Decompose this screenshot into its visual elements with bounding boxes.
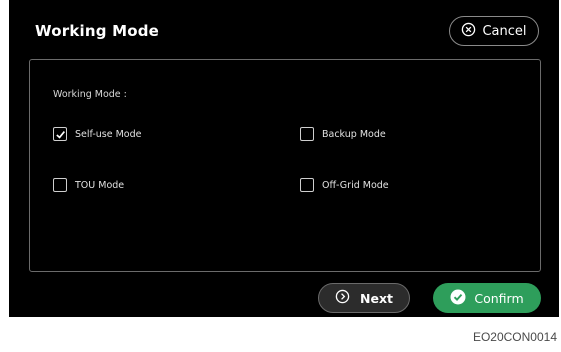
close-circle-icon (461, 22, 476, 41)
check-circle-icon (450, 289, 466, 308)
working-mode-panel: Working Mode : Self-use Mode Backup Mode… (29, 59, 541, 272)
checkbox[interactable] (300, 178, 314, 192)
chevron-right-circle-icon (335, 289, 350, 307)
next-button[interactable]: Next (318, 283, 410, 313)
checkmark-icon (55, 130, 65, 139)
confirm-button[interactable]: Confirm (433, 283, 541, 313)
confirm-label: Confirm (474, 290, 524, 306)
option-label: Self-use Mode (75, 128, 142, 140)
option-label: TOU Mode (75, 179, 125, 191)
checkbox[interactable] (300, 127, 314, 141)
checkbox-checked[interactable] (53, 127, 67, 141)
next-label: Next (360, 290, 393, 306)
working-mode-label: Working Mode : (53, 89, 127, 100)
option-tou-mode[interactable]: TOU Mode (53, 178, 124, 192)
option-off-grid-mode[interactable]: Off-Grid Mode (300, 178, 389, 192)
option-self-use-mode[interactable]: Self-use Mode (53, 127, 142, 141)
cancel-label: Cancel (482, 23, 527, 39)
checkbox[interactable] (53, 178, 67, 192)
page-title: Working Mode (35, 22, 160, 40)
figure-code: EO20CON0014 (472, 330, 557, 344)
cancel-button[interactable]: Cancel (449, 16, 539, 46)
option-label: Backup Mode (322, 128, 386, 140)
option-label: Off-Grid Mode (322, 179, 389, 191)
option-backup-mode[interactable]: Backup Mode (300, 127, 386, 141)
working-mode-screen: Working Mode Cancel Working Mode : Self-… (9, 0, 559, 317)
